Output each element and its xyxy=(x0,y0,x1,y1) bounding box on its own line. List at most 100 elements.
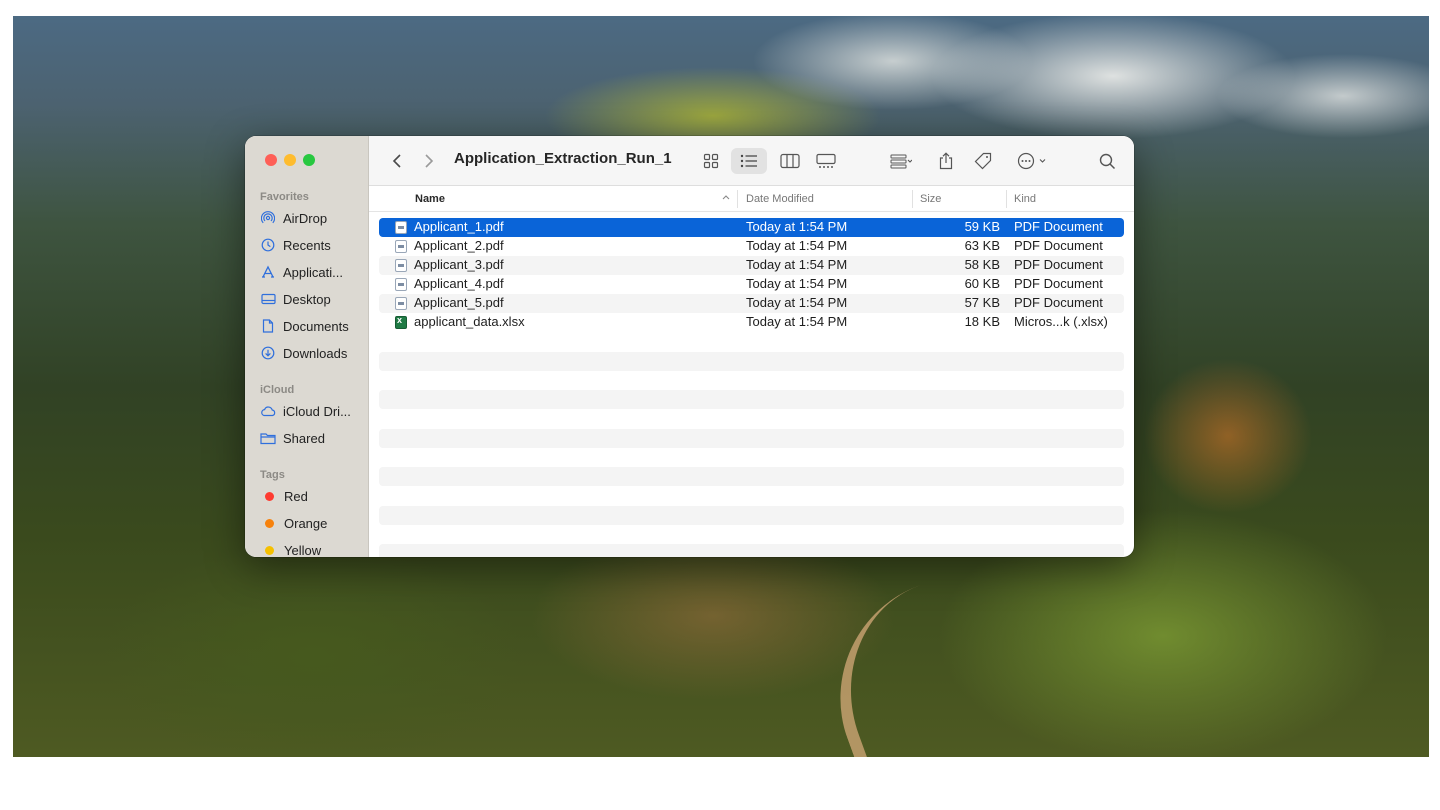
tag-button[interactable] xyxy=(972,148,994,174)
tag-color-dot xyxy=(265,491,274,501)
sidebar-item-label: AirDrop xyxy=(283,210,328,226)
file-name: Applicant_2.pdf xyxy=(414,238,504,253)
finder-window: Favorites AirDrop Recents Applicati... D… xyxy=(245,136,1134,557)
empty-row xyxy=(379,390,1124,409)
list-view-button[interactable] xyxy=(731,148,767,174)
group-button[interactable] xyxy=(882,148,920,174)
close-window-button[interactable] xyxy=(265,154,277,166)
sidebar-item-label: Applicati... xyxy=(283,264,343,280)
file-size: 59 KB xyxy=(964,219,1000,234)
empty-row xyxy=(379,506,1124,525)
share-icon xyxy=(939,152,953,170)
sidebar-tag-yellow[interactable]: Yellow xyxy=(260,539,368,557)
grid-icon xyxy=(703,153,719,169)
tag-icon xyxy=(974,152,992,170)
group-icon xyxy=(890,154,912,169)
airdrop-icon xyxy=(260,210,276,226)
toolbar: Application_Extraction_Run_1 xyxy=(369,136,1134,186)
file-size: 57 KB xyxy=(964,295,1000,310)
window-title: Application_Extraction_Run_1 xyxy=(454,150,672,167)
gallery-view-button[interactable] xyxy=(813,148,839,174)
file-size: 18 KB xyxy=(964,314,1000,329)
share-button[interactable] xyxy=(935,148,957,174)
pdf-file-icon xyxy=(395,297,407,310)
sidebar-item-label: Shared xyxy=(283,430,325,446)
minimize-window-button[interactable] xyxy=(284,154,296,166)
file-kind: PDF Document xyxy=(1014,295,1103,310)
search-button[interactable] xyxy=(1096,148,1118,174)
sidebar-item-recents[interactable]: Recents xyxy=(260,234,368,256)
file-row[interactable]: Applicant_2.pdf Today at 1:54 PM 63 KB P… xyxy=(379,237,1124,256)
sidebar-tag-red[interactable]: Red xyxy=(260,485,368,507)
sidebar: Favorites AirDrop Recents Applicati... D… xyxy=(245,136,369,557)
chevron-right-icon xyxy=(425,154,434,168)
file-kind: PDF Document xyxy=(1014,276,1103,291)
gallery-icon xyxy=(816,153,836,168)
sidebar-item-label: Recents xyxy=(283,237,331,253)
more-actions-button[interactable] xyxy=(1012,148,1054,174)
zoom-window-button[interactable] xyxy=(303,154,315,166)
back-button[interactable] xyxy=(387,148,407,174)
column-header-date-modified[interactable]: Date Modified xyxy=(746,193,814,205)
wallpaper-road xyxy=(806,537,1120,757)
sidebar-item-icloud-drive[interactable]: iCloud Dri... xyxy=(260,400,368,422)
file-size: 63 KB xyxy=(964,238,1000,253)
column-header-kind[interactable]: Kind xyxy=(1014,193,1036,205)
empty-row xyxy=(379,429,1124,448)
sidebar-item-airdrop[interactable]: AirDrop xyxy=(260,207,368,229)
column-divider xyxy=(1006,190,1007,208)
sort-ascending-icon xyxy=(721,192,731,205)
file-row[interactable]: Applicant_3.pdf Today at 1:54 PM 58 KB P… xyxy=(379,256,1124,275)
cloud-icon xyxy=(260,403,276,419)
column-header-name[interactable]: Name xyxy=(415,193,445,205)
file-name: Applicant_5.pdf xyxy=(414,295,504,310)
pdf-file-icon xyxy=(395,221,407,234)
sidebar-item-applications[interactable]: Applicati... xyxy=(260,261,368,283)
column-divider xyxy=(912,190,913,208)
list-icon xyxy=(740,154,757,168)
file-row[interactable]: applicant_data.xlsx Today at 1:54 PM 18 … xyxy=(379,313,1124,332)
file-name: Applicant_3.pdf xyxy=(414,257,504,272)
pdf-file-icon xyxy=(395,278,407,291)
file-size: 60 KB xyxy=(964,276,1000,291)
file-kind: PDF Document xyxy=(1014,257,1103,272)
sidebar-item-downloads[interactable]: Downloads xyxy=(260,342,368,364)
sidebar-item-shared[interactable]: Shared xyxy=(260,427,368,449)
applications-icon xyxy=(260,264,276,280)
column-view-button[interactable] xyxy=(777,148,803,174)
sidebar-item-documents[interactable]: Documents xyxy=(260,315,368,337)
sidebar-item-label: Red xyxy=(284,488,308,504)
forward-button[interactable] xyxy=(419,148,439,174)
sidebar-tag-orange[interactable]: Orange xyxy=(260,512,368,534)
column-header-size[interactable]: Size xyxy=(920,193,941,205)
icon-view-button[interactable] xyxy=(699,148,723,174)
excel-file-icon xyxy=(395,315,407,329)
file-date-modified: Today at 1:54 PM xyxy=(746,219,848,234)
file-row[interactable]: Applicant_5.pdf Today at 1:54 PM 57 KB P… xyxy=(379,294,1124,313)
download-icon xyxy=(260,345,276,361)
file-kind: Micros...k (.xlsx) xyxy=(1014,314,1108,329)
columns-icon xyxy=(780,153,800,169)
pdf-file-icon xyxy=(395,259,407,272)
chevron-left-icon xyxy=(392,154,401,168)
sidebar-section-tags: Tags xyxy=(260,469,285,481)
sidebar-item-label: Desktop xyxy=(283,291,331,307)
ellipsis-circle-icon xyxy=(1017,152,1046,170)
file-name: Applicant_4.pdf xyxy=(414,276,504,291)
file-row[interactable]: Applicant_1.pdf Today at 1:54 PM 59 KB P… xyxy=(379,218,1124,237)
desktop-icon xyxy=(260,291,276,307)
file-row[interactable]: Applicant_4.pdf Today at 1:54 PM 60 KB P… xyxy=(379,275,1124,294)
file-name: applicant_data.xlsx xyxy=(414,314,525,329)
empty-row xyxy=(379,467,1124,486)
empty-row xyxy=(379,544,1124,557)
sidebar-item-label: Downloads xyxy=(283,345,348,361)
file-size: 58 KB xyxy=(964,257,1000,272)
sidebar-item-label: Yellow xyxy=(284,542,322,558)
sidebar-item-desktop[interactable]: Desktop xyxy=(260,288,368,310)
sidebar-item-label: Orange xyxy=(284,515,328,531)
file-date-modified: Today at 1:54 PM xyxy=(746,314,848,329)
pdf-file-icon xyxy=(395,240,407,253)
sidebar-item-label: iCloud Dri... xyxy=(283,403,351,419)
document-icon xyxy=(260,318,276,334)
empty-row xyxy=(379,352,1124,371)
